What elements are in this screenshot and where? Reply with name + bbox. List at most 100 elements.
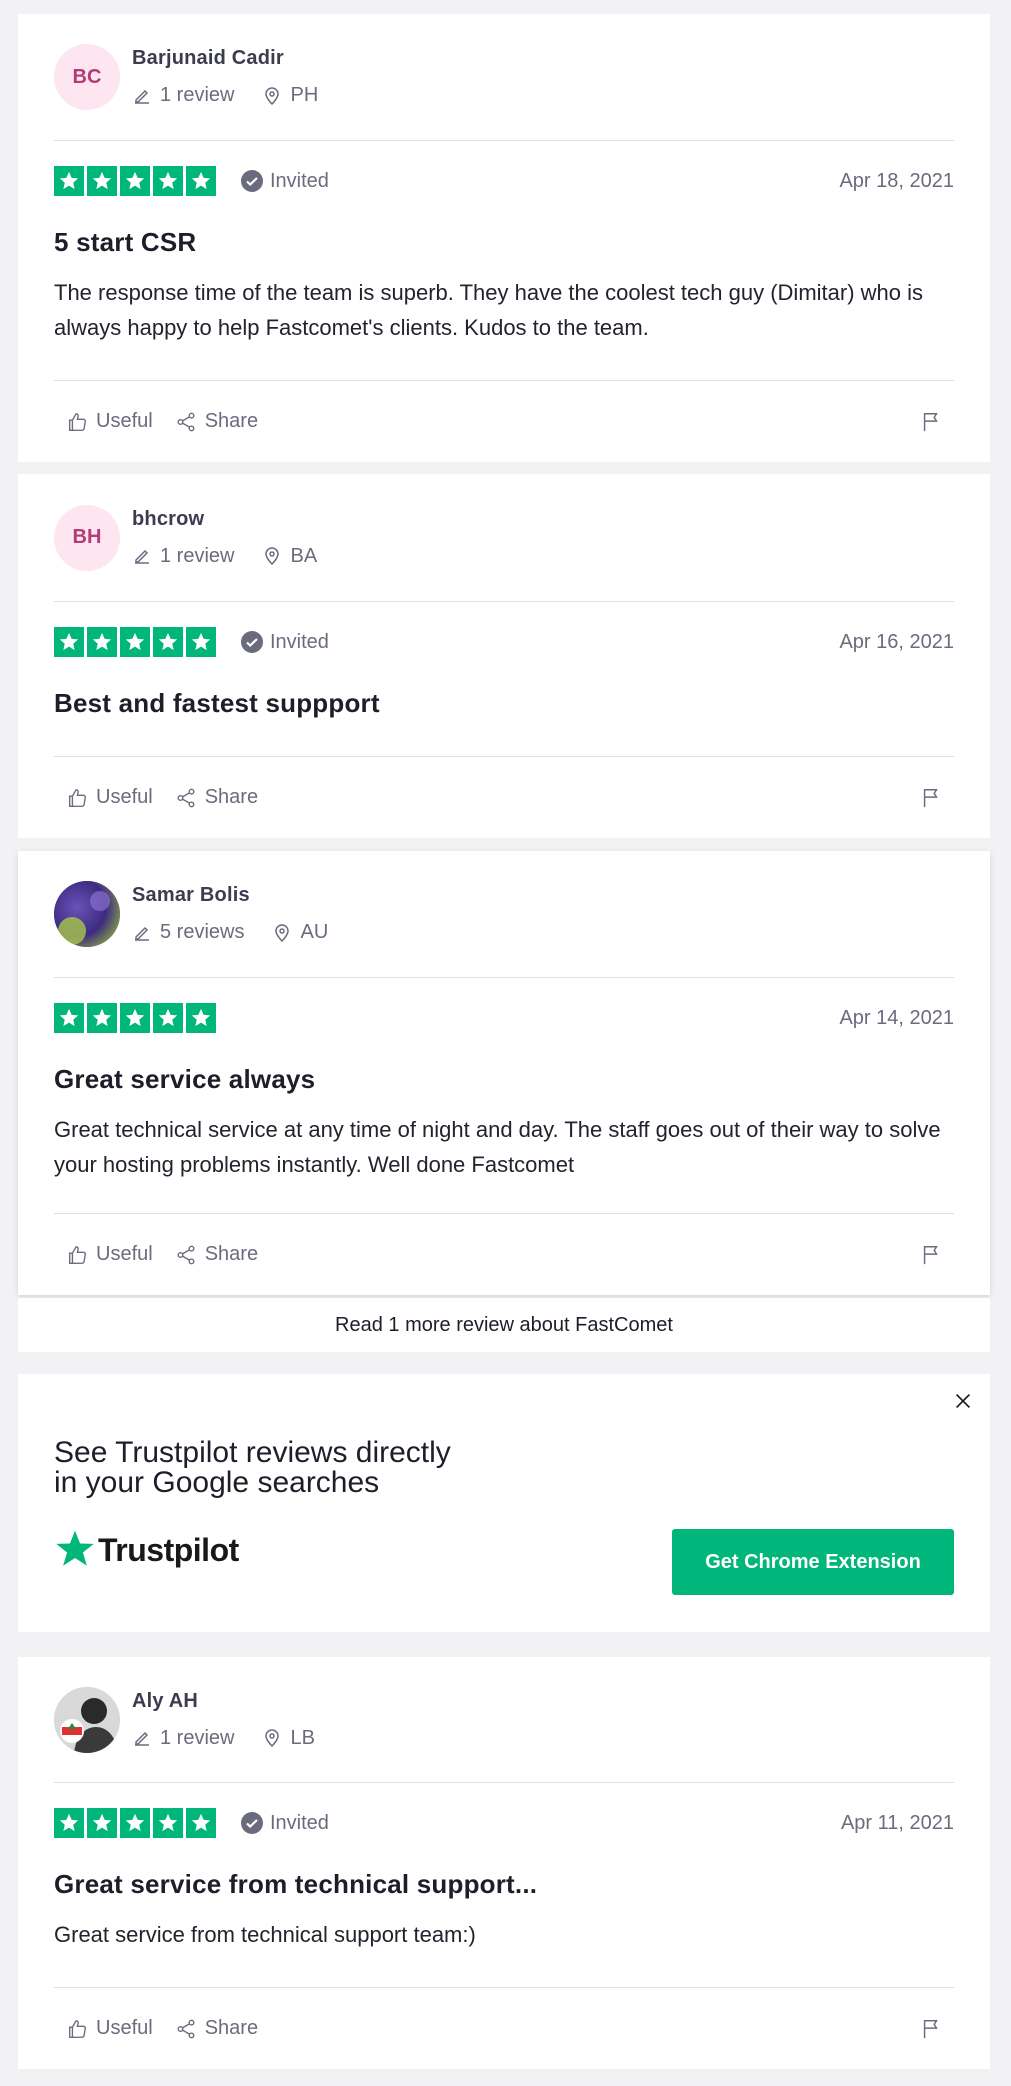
invited-badge[interactable]: Invited [240, 169, 329, 193]
useful-label: Useful [96, 2017, 153, 2039]
trustpilot-star-icon [56, 1530, 94, 1566]
location-pin-icon [275, 923, 290, 942]
invited-badge[interactable]: Invited [240, 1811, 329, 1835]
share-button[interactable]: Share [175, 410, 258, 433]
star-icon [120, 166, 150, 196]
invited-label: Invited [270, 1811, 329, 1834]
close-icon[interactable] [952, 1390, 974, 1412]
thumbs-up-icon [68, 1245, 86, 1264]
reviewer-header: BH bhcrow 1 review BA [54, 474, 954, 602]
useful-label: Useful [96, 410, 153, 432]
share-label: Share [204, 410, 259, 432]
reviewer-header: BC Barjunaid Cadir 1 review PH [54, 14, 954, 141]
review-body: Great technical service at any time of n… [54, 1117, 941, 1177]
invited-label: Invited [270, 169, 329, 192]
review-count: 1 review [160, 84, 235, 106]
location-pin-icon [265, 1729, 280, 1748]
flag-icon[interactable] [920, 411, 942, 433]
star-icon [153, 166, 183, 196]
star-icon [87, 1808, 117, 1838]
reviewer-name[interactable]: bhcrow [132, 508, 345, 531]
star-icon [87, 166, 117, 196]
star-icon [186, 166, 216, 196]
invited-badge[interactable]: Invited [240, 630, 329, 654]
star-icon [120, 1808, 150, 1838]
review-title[interactable]: Great service always [54, 1064, 954, 1095]
avatar[interactable]: BC [54, 44, 120, 110]
useful-label: Useful [96, 1243, 153, 1265]
flag-icon[interactable] [920, 1244, 942, 1266]
country-code: LB [290, 1726, 315, 1749]
review-count: 5 reviews [160, 921, 245, 943]
share-icon [177, 2019, 195, 2038]
share-button[interactable]: Share [175, 2017, 258, 2040]
country-code: AU [300, 921, 329, 943]
review-card: BC Barjunaid Cadir 1 review PH Invited A… [18, 14, 990, 462]
review-title[interactable]: Best and fastest suppport [54, 688, 954, 719]
review-date: Apr 16, 2021 [839, 630, 954, 653]
pencil-icon [135, 549, 149, 564]
avatar[interactable]: BH [54, 504, 120, 571]
pencil-icon [135, 926, 149, 941]
flag-icon[interactable] [920, 787, 942, 809]
star-icon [54, 627, 84, 657]
useful-button[interactable]: Useful [66, 410, 153, 433]
review-title[interactable]: Great service from technical support... [54, 1869, 954, 1900]
review-title[interactable]: 5 start CSR [54, 227, 954, 258]
thumbs-up-icon [68, 788, 86, 807]
reviewer-header: Samar Bolis 5 reviews AU [54, 851, 954, 978]
star-icon [120, 1003, 150, 1033]
star-icon [54, 166, 84, 196]
reviewer-name[interactable]: Barjunaid Cadir [132, 47, 346, 70]
invited-label: Invited [270, 630, 329, 653]
avatar[interactable] [54, 881, 120, 947]
reviewer-name[interactable]: Samar Bolis [132, 884, 356, 907]
location-pin-icon [265, 547, 280, 566]
review-date: Apr 11, 2021 [840, 1811, 954, 1834]
check-circle-icon [241, 631, 263, 653]
reviewer-name[interactable]: Aly AH [132, 1690, 343, 1713]
avatar-photo [54, 1686, 120, 1753]
share-button[interactable]: Share [175, 786, 258, 809]
avatar-photo [54, 881, 120, 947]
get-chrome-extension-button[interactable]: Get Chrome Extension [672, 1529, 954, 1595]
review-card: Samar Bolis 5 reviews AU Apr 14, 2021 Gr… [18, 851, 990, 1295]
useful-button[interactable]: Useful [66, 2017, 153, 2040]
thumbs-up-icon [68, 2019, 86, 2038]
check-circle-icon [241, 170, 263, 192]
useful-button[interactable]: Useful [66, 1243, 153, 1266]
country-code: PH [290, 84, 319, 106]
review-date: Apr 18, 2021 [839, 169, 954, 192]
star-icon [153, 627, 183, 657]
star-icon [54, 1003, 84, 1033]
share-icon [177, 1245, 195, 1264]
trustpilot-wordmark: Trustpilot [98, 1531, 239, 1568]
review-count: 1 review [160, 544, 235, 567]
promo-title-line: in your Google searches [54, 1466, 380, 1499]
share-label: Share [204, 786, 259, 808]
pencil-icon [135, 89, 149, 104]
star-icon [153, 1003, 183, 1033]
read-more-reviews-link[interactable]: Read 1 more review about FastComet [18, 1298, 990, 1352]
avatar[interactable] [54, 1686, 120, 1753]
flag-icon[interactable] [920, 2018, 942, 2040]
star-icon [87, 1003, 117, 1033]
star-rating [54, 166, 216, 196]
pencil-icon [135, 1731, 149, 1746]
star-icon [153, 1808, 183, 1838]
star-icon [186, 627, 216, 657]
star-icon [87, 627, 117, 657]
useful-button[interactable]: Useful [66, 786, 153, 809]
thumbs-up-icon [68, 412, 86, 431]
promo-title-line: See Trustpilot reviews directly [54, 1436, 451, 1469]
star-rating [54, 627, 216, 657]
star-icon [186, 1003, 216, 1033]
promo-title: See Trustpilot reviews directly in your … [54, 1438, 451, 1498]
star-icon [120, 627, 150, 657]
share-icon [177, 412, 195, 431]
check-circle-icon [241, 1812, 263, 1834]
share-label: Share [204, 2017, 259, 2039]
review-body: The response time of the team is superb.… [54, 280, 923, 340]
share-button[interactable]: Share [175, 1243, 258, 1266]
location-pin-icon [265, 86, 280, 105]
